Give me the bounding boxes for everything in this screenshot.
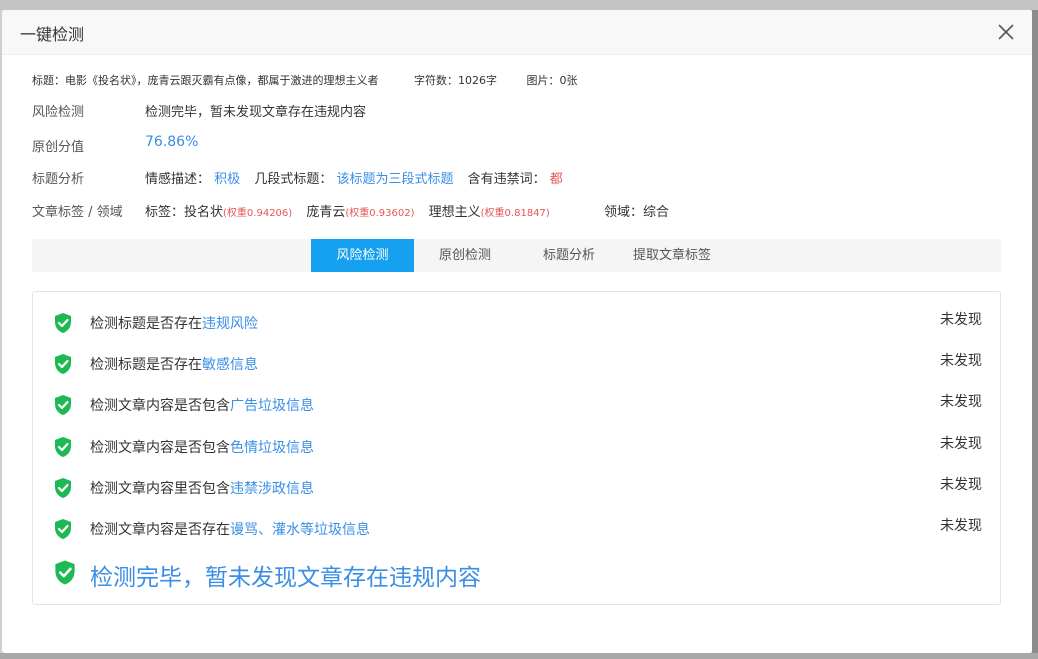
risk-result-panel: 检测标题是否存在违规风险 未发现 检测标题是否存在敏感信息 未发现 检测文章内容…: [32, 291, 1001, 605]
shield-check-icon: [55, 354, 71, 374]
tags-label: 文章标签 / 领域: [32, 205, 123, 220]
check-highlight: 色情垃圾信息: [230, 440, 314, 456]
domain-value: 领域：综合: [603, 205, 669, 220]
check-text: 检测文章内容是否包含色情垃圾信息: [90, 437, 314, 457]
originality-label: 原创分值: [32, 140, 85, 155]
tab-title-analysis[interactable]: 标题分析: [528, 239, 610, 272]
tags-prefix: 标签：: [145, 205, 185, 220]
title-analysis-label: 标题分析: [32, 172, 85, 187]
check-prefix: 检测文章内容是否存在: [90, 522, 230, 538]
tag-weight: (权重0.81847): [480, 208, 550, 219]
check-item: 检测标题是否存在违规风险 未发现: [33, 310, 1000, 334]
check-prefix: 检测标题是否存在: [90, 357, 202, 373]
check-item: 检测文章内容是否存在谩骂、灌水等垃圾信息 未发现: [33, 516, 1000, 540]
sentiment-value: 积极: [214, 172, 241, 187]
check-text: 检测文章内容是否存在谩骂、灌水等垃圾信息: [90, 519, 370, 539]
check-text: 检测标题是否存在敏感信息: [90, 354, 258, 374]
check-status: 未发现: [940, 477, 982, 493]
check-item: 检测标题是否存在敏感信息 未发现: [33, 351, 1000, 375]
risk-value: 检测完毕，暂未发现文章存在违规内容: [145, 105, 367, 120]
close-icon[interactable]: [996, 22, 1016, 42]
tag-name: 庞青云: [306, 205, 346, 220]
check-highlight: 违禁涉政信息: [230, 481, 314, 497]
title-analysis-values: 情感描述： 积极 几段式标题： 该标题为三段式标题 含有违禁词： 都: [145, 168, 563, 187]
check-status: 未发现: [940, 353, 982, 369]
tab-risk-check[interactable]: 风险检测: [311, 239, 414, 272]
banned-label: 含有违禁词：: [467, 172, 546, 187]
final-result: 检测完毕，暂未发现文章存在违规内容: [33, 558, 1000, 591]
sentiment-label: 情感描述：: [145, 172, 211, 187]
shield-check-icon: [55, 519, 71, 539]
tags-values: 标签：投名状(权重0.94206) 庞青云(权重0.93602) 理想主义(权重…: [145, 201, 669, 220]
tab-originality-check[interactable]: 原创检测: [424, 239, 506, 272]
check-text: 检测标题是否存在违规风险: [90, 313, 258, 333]
backdrop-top: [0, 0, 1038, 10]
tag-name: 理想主义: [428, 205, 481, 220]
check-status: 未发现: [940, 518, 982, 534]
detection-dialog: 一键检测 标题：电影《投名状》，庞青云跟灭霸有点像，都属于激进的理想主义者 字符…: [2, 10, 1032, 653]
check-status: 未发现: [940, 436, 982, 452]
shield-check-icon: [55, 437, 71, 457]
tag-weight: (权重0.93602): [345, 208, 415, 219]
image-count: 图片：0张: [526, 74, 578, 87]
segment-value: 该标题为三段式标题: [336, 172, 454, 187]
check-item: 检测文章内容是否包含广告垃圾信息 未发现: [33, 392, 1000, 416]
check-highlight: 违规风险: [202, 316, 258, 332]
check-item: 检测文章内容里否包含违禁涉政信息 未发现: [33, 475, 1000, 499]
check-text: 检测文章内容是否包含广告垃圾信息: [90, 395, 314, 415]
shield-check-icon: [55, 395, 71, 415]
tag-name: 投名状: [184, 205, 224, 220]
originality-score: 76.86%: [145, 134, 199, 150]
check-item: 检测文章内容是否包含色情垃圾信息 未发现: [33, 434, 1000, 458]
final-message: 检测完毕，暂未发现文章存在违规内容: [90, 565, 481, 591]
check-prefix: 检测文章内容是否包含: [90, 440, 230, 456]
dialog-title: 一键检测: [20, 25, 85, 44]
shield-check-icon: [55, 478, 71, 498]
shield-check-icon: [55, 560, 75, 585]
risk-label: 风险检测: [32, 105, 85, 120]
check-prefix: 检测文章内容是否包含: [90, 398, 230, 414]
segment-label: 几段式标题：: [254, 172, 333, 187]
check-highlight: 谩骂、灌水等垃圾信息: [230, 522, 370, 538]
check-status: 未发现: [940, 312, 982, 328]
banned-value: 都: [549, 172, 563, 187]
check-prefix: 检测文章内容里否包含: [90, 481, 230, 497]
check-prefix: 检测标题是否存在: [90, 316, 202, 332]
tag-weight: (权重0.94206): [223, 208, 293, 219]
check-highlight: 广告垃圾信息: [230, 398, 314, 414]
detection-tabs: 风险检测 原创检测 标题分析 提取文章标签: [32, 239, 1001, 272]
check-highlight: 敏感信息: [202, 357, 258, 373]
check-text: 检测文章内容里否包含违禁涉政信息: [90, 478, 314, 498]
check-status: 未发现: [940, 394, 982, 410]
dialog-header: 一键检测: [2, 10, 1032, 55]
backdrop-bottom: [0, 653, 1038, 659]
char-count: 字符数：1026字: [414, 74, 497, 87]
tab-extract-tags[interactable]: 提取文章标签: [626, 239, 718, 272]
article-meta: 标题：电影《投名状》，庞青云跟灭霸有点像，都属于激进的理想主义者 字符数：102…: [32, 72, 584, 88]
article-title: 标题：电影《投名状》，庞青云跟灭霸有点像，都属于激进的理想主义者: [32, 74, 379, 87]
shield-check-icon: [55, 313, 71, 333]
